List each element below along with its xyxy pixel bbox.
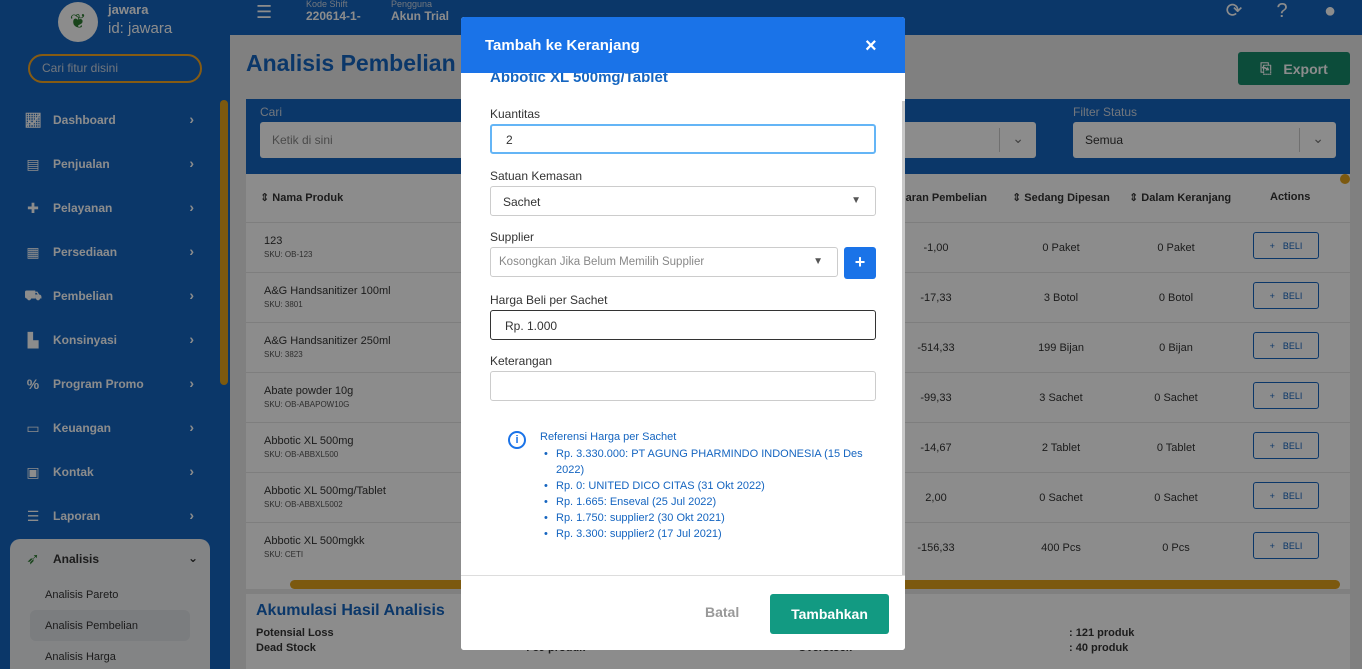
caret-down-icon: ▼ [813,256,823,267]
add-to-cart-modal: Tambah ke Keranjang × Abbotic XL 500mg/T… [461,17,905,650]
harga-beli-input[interactable]: Rp. 1.000 [490,310,876,340]
cancel-button[interactable]: Batal [705,604,739,620]
referensi-item: Rp. 3.330.000: PT AGUNG PHARMINDO INDONE… [540,446,875,478]
modal-header: Tambah ke Keranjang × [461,17,905,73]
modal-body: Abbotic XL 500mg/Tablet Kuantitas 2 Satu… [461,73,905,575]
harga-beli-label: Harga Beli per Sachet [490,293,608,307]
info-icon: i [508,431,526,449]
supplier-label: Supplier [490,230,535,244]
modal-title: Tambah ke Keranjang [485,37,640,54]
keterangan-label: Keterangan [490,354,553,368]
kuantitas-label: Kuantitas [490,107,541,121]
satuan-kemasan-value: Sachet [503,195,541,209]
referensi-item: Rp. 0: UNITED DICO CITAS (31 Okt 2022) [540,478,875,494]
kuantitas-input[interactable]: 2 [490,124,876,154]
referensi-harga-title: Referensi Harga per Sachet [540,431,677,443]
satuan-kemasan-select[interactable]: Sachet ▼ [490,186,876,216]
referensi-harga-list: Rp. 3.330.000: PT AGUNG PHARMINDO INDONE… [540,446,875,542]
tambahkan-button[interactable]: Tambahkan [770,594,889,634]
modal-scrollbar[interactable] [902,101,905,577]
add-supplier-button[interactable]: + [844,247,876,279]
referensi-item: Rp. 3.300: supplier2 (17 Jul 2021) [540,526,875,542]
plus-icon: + [854,252,866,272]
supplier-placeholder: Kosongkan Jika Belum Memilih Supplier [499,256,705,268]
satuan-kemasan-label: Satuan Kemasan [490,169,583,183]
referensi-item: Rp. 1.750: supplier2 (30 Okt 2021) [540,510,875,526]
referensi-item: Rp. 1.665: Enseval (25 Jul 2022) [540,494,875,510]
keterangan-input[interactable] [490,371,876,401]
product-name: Abbotic XL 500mg/Tablet [490,73,668,86]
modal-footer: Batal Tambahkan [461,575,905,650]
close-icon[interactable]: × [865,35,877,58]
supplier-select[interactable]: Kosongkan Jika Belum Memilih Supplier ▼ [490,247,838,277]
caret-down-icon: ▼ [851,195,861,206]
